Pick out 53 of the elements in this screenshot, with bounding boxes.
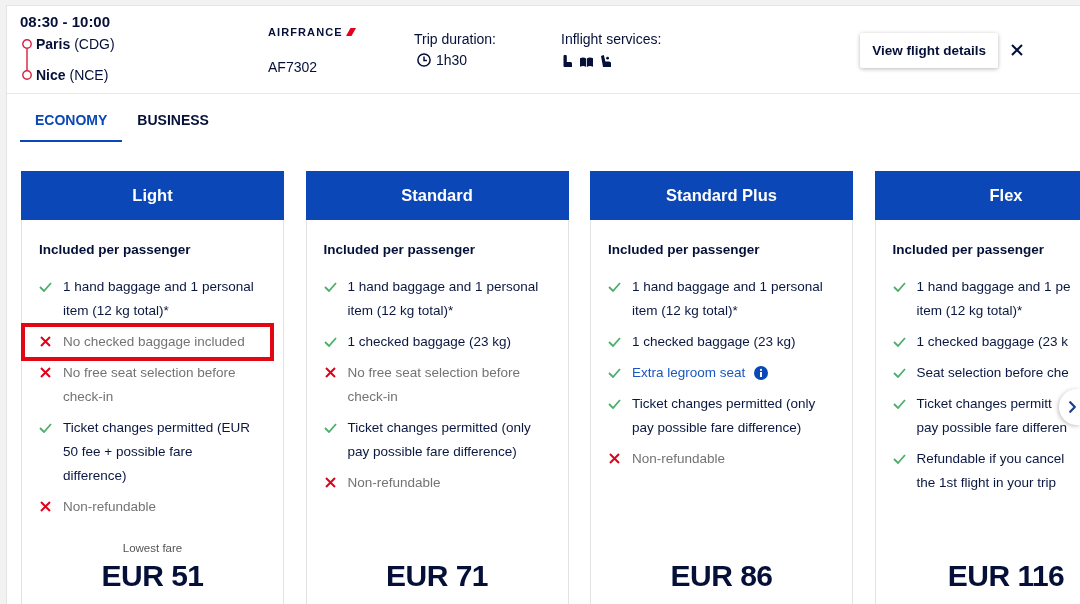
- fare-price: EUR 116: [947, 559, 1065, 593]
- features-heading: Included per passenger: [39, 241, 192, 259]
- fare-name: Standard: [401, 186, 473, 204]
- feature-text: Ticket changes permitted (only pay possible fare difference): [347, 419, 531, 461]
- feature-text: Non-refundable: [632, 450, 726, 468]
- fare-price: EUR 86: [670, 559, 773, 593]
- feature-text: Ticket changes permitted (EUR 50 fee + possible fare difference): [63, 419, 251, 485]
- stop-name: Nice (NCE): [36, 66, 110, 85]
- features-heading: Included per passenger: [608, 241, 761, 259]
- feature-link[interactable]: Extra legroom seat: [632, 361, 746, 385]
- cabin-tab[interactable]: ECONOMY: [20, 94, 123, 142]
- fare-name: Light: [132, 186, 173, 204]
- feature-text: 1 checked baggage (23 k: [916, 333, 1069, 351]
- features-heading: Included per passenger: [323, 241, 477, 259]
- feature-text: Non-refundable: [347, 474, 441, 492]
- fare-price: EUR 71: [385, 559, 488, 593]
- fare-price: EUR 51: [101, 559, 204, 593]
- flight-times: 08:30 - 10:00: [20, 13, 112, 31]
- view-details-button[interactable]: View flight details: [860, 33, 998, 68]
- chevron-right-icon[interactable]: [1069, 401, 1076, 413]
- feature-text: Refundable if you cancel the 1st flight in your trip: [916, 450, 1065, 492]
- cabin-tab[interactable]: BUSINESS: [122, 94, 224, 142]
- flight-number: AF7302: [268, 58, 319, 77]
- feature-text: 1 hand baggage and 1 personal item (12 kg total)*: [347, 278, 539, 320]
- feature-text: 1 hand baggage and 1 pe item (12 kg total)*: [916, 278, 1071, 320]
- feature-text: Non-refundable: [63, 498, 157, 516]
- features-heading: Included per passenger: [892, 241, 1046, 259]
- feature-text: No free seat selection before check-in: [347, 364, 521, 406]
- feature-text: No free seat selection before check-in: [63, 364, 236, 406]
- duration-label: Trip duration:: [414, 30, 497, 49]
- seat-icon: [563, 55, 572, 67]
- feature-text: No checked baggage included: [63, 333, 245, 351]
- stop-name: Paris (CDG): [36, 35, 115, 54]
- slash-icon: [345, 28, 356, 36]
- feature-text: 1 hand baggage and 1 personal item (12 kg total)*: [632, 278, 823, 320]
- route-line-icon: [22, 39, 32, 80]
- feature-text: Ticket changes permitted (only pay possible fare difference): [632, 395, 816, 437]
- feature-text: Seat selection before che: [916, 364, 1069, 382]
- airline-logo: AIRFRANCE: [268, 25, 343, 39]
- fare-name: Standard Plus: [666, 186, 777, 204]
- price-label: Lowest fare: [122, 541, 183, 556]
- book-icon: [580, 57, 593, 67]
- services-label: Inflight services:: [561, 30, 663, 49]
- fare-name: Flex: [989, 186, 1023, 204]
- close-icon[interactable]: [1011, 44, 1023, 56]
- duration-value: 1h30: [436, 51, 468, 70]
- feature-text: 1 checked baggage (23 kg): [632, 333, 796, 351]
- seat-icon: [601, 55, 611, 67]
- feature-text: 1 checked baggage (23 kg): [347, 333, 512, 351]
- feature-text: 1 hand baggage and 1 personal item (12 kg total)*: [63, 278, 254, 320]
- info-icon[interactable]: [754, 366, 769, 380]
- feature-text: Ticket changes permitt pay possible fare differen: [916, 395, 1068, 437]
- clock-icon: [417, 53, 431, 67]
